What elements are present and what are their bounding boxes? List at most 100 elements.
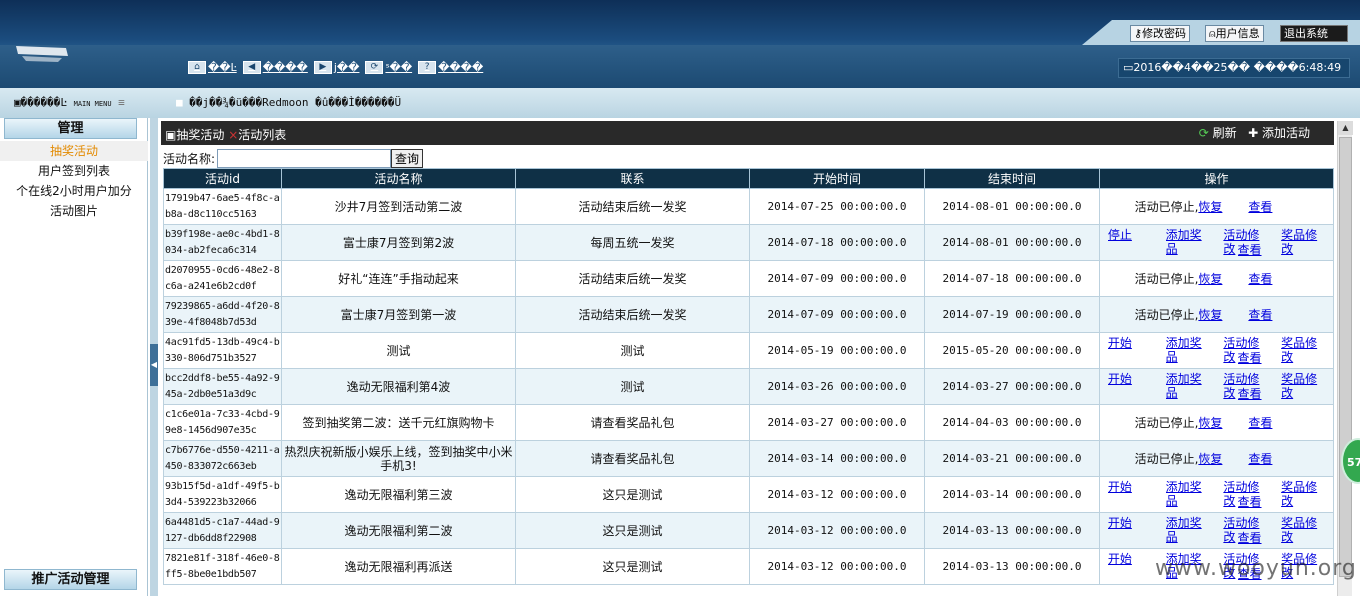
action-link[interactable]: 查看	[1248, 452, 1272, 466]
user-info-button[interactable]: ⍝用户信息	[1205, 25, 1264, 42]
action-link[interactable]: 停止	[1108, 228, 1152, 242]
add-activity-button[interactable]: ✚ 添加活动	[1248, 126, 1310, 140]
cell-actions: 活动已停止,恢复 查看	[1099, 260, 1334, 297]
action-link[interactable]: 查看	[1238, 243, 1282, 257]
cell-activity-name: 沙井7月签到活动第二波	[281, 188, 516, 225]
action-link[interactable]: 查看	[1248, 416, 1272, 430]
cell-activity-name: 逸动无限福利第三波	[281, 476, 516, 513]
cell-actions: 开始 添加奖品 活动修改 奖品修改 查看	[1099, 368, 1334, 405]
sidebar-item-lottery[interactable]: 抽奖活动	[0, 141, 148, 161]
logout-button[interactable]: 退出系统	[1280, 25, 1348, 42]
vertical-scrollbar[interactable]: ▲	[1337, 121, 1353, 596]
collapse-sidebar-button[interactable]: ◀	[150, 344, 158, 386]
cell-start-time: 2014-03-27 00:00:00.0	[749, 404, 925, 441]
action-link[interactable]: 查看	[1238, 495, 1282, 509]
action-link[interactable]: 添加奖品	[1166, 516, 1210, 544]
search-bar: 活动名称: 查询	[163, 148, 424, 168]
action-link[interactable]: 开始	[1108, 552, 1152, 566]
cell-activity-name: 富士康7月签到第2波	[281, 224, 516, 261]
key-icon: ⚷	[1134, 27, 1143, 40]
action-link[interactable]: 开始	[1108, 336, 1152, 350]
sidebar-item-online-points[interactable]: 个在线2小时用户加分	[0, 181, 148, 201]
nav-home-link[interactable]: ⌂ ��Ŀ	[188, 59, 237, 75]
column-header: 结束时间	[924, 168, 1100, 189]
action-link[interactable]: 查看	[1238, 351, 1282, 365]
plus-icon: ✚	[1248, 126, 1259, 140]
action-link[interactable]: 查看	[1248, 272, 1272, 286]
action-link[interactable]: 奖品修改	[1281, 372, 1325, 400]
action-link[interactable]: 开始	[1108, 516, 1152, 530]
action-link[interactable]: 恢复	[1198, 452, 1222, 466]
cell-contact: 测试	[515, 368, 750, 405]
nav-refresh-link[interactable]: ⟳ ˢ��	[365, 59, 412, 75]
activity-name-input[interactable]	[217, 148, 392, 168]
table-row: 93b15f5d-a1df-49f5-b3d4-539223b32066 逸动无限…	[163, 476, 1334, 513]
sidebar-section-promotion[interactable]: 推广活动管理	[4, 569, 137, 590]
cell-contact: 活动结束后统一发奖	[515, 188, 750, 225]
cell-start-time: 2014-03-14 00:00:00.0	[749, 440, 925, 477]
action-link[interactable]: 恢复	[1198, 416, 1222, 430]
watermark: www.wooyun.org	[1155, 556, 1357, 581]
refresh-button[interactable]: ⟳ 刷新	[1199, 126, 1237, 140]
cell-actions: 活动已停止,恢复 查看	[1099, 296, 1334, 333]
cell-activity-id: 17919b47-6ae5-4f8c-ab8a-d8c110cc5163	[163, 188, 282, 225]
table-row: 79239865-a6dd-4f20-839e-4f8048b7d53d 富士康7…	[163, 296, 1334, 333]
table-row: bcc2ddf8-be55-4a92-945a-2db0e51a3d9c 逸动无限…	[163, 368, 1334, 405]
sidebar-section-manage[interactable]: 管理	[4, 118, 137, 139]
table-row: d2070955-0cd6-48e2-8c6a-a241e6b2cd0f 好礼“连…	[163, 260, 1334, 297]
action-link[interactable]: 奖品修改	[1281, 336, 1325, 364]
cell-activity-id: 7821e81f-318f-46e0-8ff5-8be0e1bdb507	[163, 548, 282, 585]
action-link[interactable]: 查看	[1238, 387, 1282, 401]
action-link[interactable]: 查看	[1248, 200, 1272, 214]
nav-help-link[interactable]: ? ����	[418, 59, 483, 75]
clock: ▭2016��4��25�� ����6:48:49	[1118, 58, 1350, 78]
table-row: 17919b47-6ae5-4f8c-ab8a-d8c110cc5163 沙井7月…	[163, 188, 1334, 225]
action-link[interactable]: 恢复	[1198, 308, 1222, 322]
action-link[interactable]: 奖品修改	[1281, 480, 1325, 508]
nav-back-link[interactable]: ◀ ����	[242, 59, 308, 75]
action-link[interactable]: 查看	[1248, 308, 1272, 322]
action-link[interactable]: 恢复	[1198, 272, 1222, 286]
action-link[interactable]: 奖品修改	[1281, 516, 1325, 544]
status-text: 活动已停止,	[1134, 271, 1199, 286]
cell-start-time: 2014-07-18 00:00:00.0	[749, 224, 925, 261]
cell-end-time: 2014-03-21 00:00:00.0	[924, 440, 1100, 477]
cell-activity-name: 签到抽奖第二波：送千元红旗购物卡	[281, 404, 516, 441]
cell-start-time: 2014-03-12 00:00:00.0	[749, 512, 925, 549]
menu-lines-icon: ≡	[118, 96, 125, 109]
action-link[interactable]: 恢复	[1198, 200, 1222, 214]
cell-actions: 活动已停止,恢复 查看	[1099, 440, 1334, 477]
action-link[interactable]: 开始	[1108, 480, 1152, 494]
cell-activity-id: 6a4481d5-c1a7-44ad-9127-db6dd8f22908	[163, 512, 282, 549]
action-link[interactable]: 添加奖品	[1166, 336, 1210, 364]
help-icon: ?	[418, 60, 437, 74]
cell-activity-id: d2070955-0cd6-48e2-8c6a-a241e6b2cd0f	[163, 260, 282, 297]
cell-actions: 停止 添加奖品 活动修改 奖品修改 查看	[1099, 224, 1334, 261]
status-text: 活动已停止,	[1134, 199, 1199, 214]
notice-text: ■ ��j��¾�ü���Redmoon �û���Ì������Ü	[176, 96, 402, 109]
cell-end-time: 2014-07-19 00:00:00.0	[924, 296, 1100, 333]
scroll-up-icon[interactable]: ▲	[1338, 121, 1353, 135]
table-row: c7b6776e-d550-4211-a450-833072c663eb 热烈庆祝…	[163, 440, 1334, 477]
action-link[interactable]: 开始	[1108, 372, 1152, 386]
cell-start-time: 2014-03-12 00:00:00.0	[749, 476, 925, 513]
change-password-button[interactable]: ⚷修改密码	[1130, 25, 1191, 42]
nav-forward-link[interactable]: ▶ j��	[313, 59, 359, 75]
action-link[interactable]: 添加奖品	[1166, 228, 1210, 256]
sidebar-item-activity-images[interactable]: 活动图片	[0, 201, 148, 221]
bullet-icon: ■	[176, 96, 183, 109]
cell-activity-name: 逸动无限福利第4波	[281, 368, 516, 405]
cell-activity-name: 富士康7月签到第一波	[281, 296, 516, 333]
cell-start-time: 2014-05-19 00:00:00.0	[749, 332, 925, 369]
cell-actions: 活动已停止,恢复 查看	[1099, 404, 1334, 441]
action-link[interactable]: 添加奖品	[1166, 480, 1210, 508]
nav-toolbar: ⌂ ��Ŀ ◀ ���� ▶ j�� ⟳ ˢ�� ? ����	[188, 59, 483, 75]
scrollbar-thumb[interactable]	[1339, 137, 1352, 577]
action-link[interactable]: 查看	[1238, 531, 1282, 545]
table-row: 6a4481d5-c1a7-44ad-9127-db6dd8f22908 逸动无限…	[163, 512, 1334, 549]
action-link[interactable]: 添加奖品	[1166, 372, 1210, 400]
action-link[interactable]: 奖品修改	[1281, 228, 1325, 256]
sidebar-item-signin-list[interactable]: 用户签到列表	[0, 161, 148, 181]
search-button[interactable]: 查询	[391, 148, 424, 168]
cell-start-time: 2014-07-09 00:00:00.0	[749, 296, 925, 333]
